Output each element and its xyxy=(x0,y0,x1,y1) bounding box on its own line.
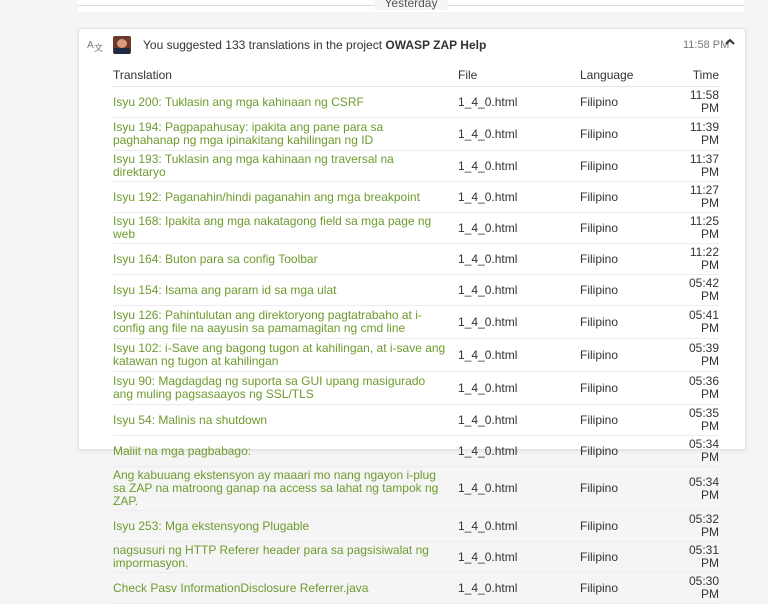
day-divider: Yesterday xyxy=(78,0,744,12)
translation-link[interactable]: Isyu 164: Buton para sa config Toolbar xyxy=(113,243,458,275)
translation-link[interactable]: Ang kabuuang ekstensyon ay maaari mo nan… xyxy=(113,466,458,511)
time-cell: 05:41 PM xyxy=(683,305,719,339)
table-row: Isyu 54: Malinis na shutdown 1_4_0.html Fi… xyxy=(113,404,719,436)
language-cell: Filipino xyxy=(580,305,683,339)
translation-link[interactable]: Maliit na mga pagbabago: xyxy=(113,435,458,467)
time-cell: 05:39 PM xyxy=(683,338,719,372)
time-cell: 05:34 PM xyxy=(683,435,719,467)
table-header-row: Translation File Language Time xyxy=(113,67,719,87)
language-cell: Filipino xyxy=(580,243,683,275)
table-row: nagsusuri ng HTTP Referer header para sa… xyxy=(113,541,719,573)
translation-link[interactable]: nagsusuri ng HTTP Referer header para sa… xyxy=(113,541,458,573)
table-row: Check Pasv InformationDisclosure Referre… xyxy=(113,572,719,604)
file-cell: 1_4_0.html xyxy=(458,338,580,372)
file-cell: 1_4_0.html xyxy=(458,181,580,213)
language-cell: Filipino xyxy=(580,150,683,182)
time-cell: 05:34 PM xyxy=(683,466,719,511)
table-row: Isyu 193: Tuklasin ang mga kahinaan ng t… xyxy=(113,150,719,182)
activity-summary: You suggested 133 translations in the pr… xyxy=(143,38,486,52)
file-cell: 1_4_0.html xyxy=(458,305,580,339)
file-cell: 1_4_0.html xyxy=(458,466,580,511)
translation-link[interactable]: Isyu 253: Mga ekstensyong Plugable xyxy=(113,510,458,542)
language-cell: Filipino xyxy=(580,212,683,244)
summary-text: You suggested 133 translations in the pr… xyxy=(143,38,386,52)
time-cell: 05:42 PM xyxy=(683,274,719,306)
file-cell: 1_4_0.html xyxy=(458,150,580,182)
translation-link[interactable]: Isyu 192: Paganahin/hindi paganahin ang … xyxy=(113,181,458,213)
avatar[interactable] xyxy=(113,36,131,54)
project-link[interactable]: OWASP ZAP Help xyxy=(385,38,486,52)
file-cell: 1_4_0.html xyxy=(458,541,580,573)
file-cell: 1_4_0.html xyxy=(458,371,580,405)
table-row: Isyu 194: Pagpapahusay: ipakita ang pane… xyxy=(113,117,719,151)
translation-link[interactable]: Isyu 193: Tuklasin ang mga kahinaan ng t… xyxy=(113,150,458,182)
chevron-up-icon[interactable] xyxy=(723,36,737,50)
language-cell: Filipino xyxy=(580,510,683,542)
language-cell: Filipino xyxy=(580,117,683,151)
activity-card: A 文 You suggested 133 translations in th… xyxy=(78,28,746,604)
translation-link[interactable]: Isyu 194: Pagpapahusay: ipakita ang pane… xyxy=(113,117,458,151)
table-row: Isyu 200: Tuklasin ang mga kahinaan ng C… xyxy=(113,86,719,118)
table-row: Isyu 126: Pahintulutan ang direktoryong … xyxy=(113,305,719,339)
language-cell: Filipino xyxy=(580,274,683,306)
translation-link[interactable]: Check Pasv InformationDisclosure Referre… xyxy=(113,572,458,604)
language-cell: Filipino xyxy=(580,86,683,118)
translation-link[interactable]: Isyu 102: i-Save ang bagong tugon at kah… xyxy=(113,338,458,372)
translation-link[interactable]: Isyu 126: Pahintulutan ang direktoryong … xyxy=(113,305,458,339)
translations-table: Translation File Language Time Isyu 200:… xyxy=(113,67,719,604)
table-row: Isyu 253: Mga ekstensyong Plugable 1_4_0.… xyxy=(113,510,719,542)
time-cell: 11:37 PM xyxy=(683,150,719,182)
table-row: Isyu 154: Isama ang param id sa mga ulat… xyxy=(113,274,719,306)
time-cell: 05:32 PM xyxy=(683,510,719,542)
table-row: Maliit na mga pagbabago: 1_4_0.html Filipi… xyxy=(113,435,719,467)
file-cell: 1_4_0.html xyxy=(458,212,580,244)
table-row: Isyu 164: Buton para sa config Toolbar 1_… xyxy=(113,243,719,275)
day-label: Yesterday xyxy=(374,0,448,10)
translate-icon: A 文 xyxy=(87,38,103,54)
file-cell: 1_4_0.html xyxy=(458,117,580,151)
file-cell: 1_4_0.html xyxy=(458,86,580,118)
file-cell: 1_4_0.html xyxy=(458,510,580,542)
language-cell: Filipino xyxy=(580,435,683,467)
table-row: Isyu 168: Ipakita ang mga nakatagong fie… xyxy=(113,212,719,244)
time-cell: 11:58 PM xyxy=(683,86,719,118)
language-cell: Filipino xyxy=(580,404,683,436)
svg-text:文: 文 xyxy=(94,42,103,52)
time-cell: 05:36 PM xyxy=(683,371,719,405)
translation-link[interactable]: Isyu 54: Malinis na shutdown xyxy=(113,404,458,436)
svg-text:A: A xyxy=(87,40,94,51)
language-cell: Filipino xyxy=(580,572,683,604)
table-row: Isyu 192: Paganahin/hindi paganahin ang … xyxy=(113,181,719,213)
time-cell: 11:27 PM xyxy=(683,181,719,213)
file-cell: 1_4_0.html xyxy=(458,435,580,467)
file-cell: 1_4_0.html xyxy=(458,404,580,436)
language-cell: Filipino xyxy=(580,541,683,573)
translation-link[interactable]: Isyu 154: Isama ang param id sa mga ulat xyxy=(113,274,458,306)
language-cell: Filipino xyxy=(580,181,683,213)
time-cell: 05:31 PM xyxy=(683,541,719,573)
header-language: Language xyxy=(580,67,683,87)
file-cell: 1_4_0.html xyxy=(458,243,580,275)
time-cell: 05:30 PM xyxy=(683,572,719,604)
header-file: File xyxy=(458,67,580,87)
time-cell: 05:35 PM xyxy=(683,404,719,436)
header-time: Time xyxy=(683,67,719,87)
table-row: Isyu 90: Magdagdag ng suporta sa GUI upa… xyxy=(113,371,719,405)
file-cell: 1_4_0.html xyxy=(458,572,580,604)
file-cell: 1_4_0.html xyxy=(458,274,580,306)
header-translation: Translation xyxy=(113,67,458,87)
table-row: Ang kabuuang ekstensyon ay maaari mo nan… xyxy=(113,466,719,511)
translation-link[interactable]: Isyu 90: Magdagdag ng suporta sa GUI upa… xyxy=(113,371,458,405)
time-cell: 11:39 PM xyxy=(683,117,719,151)
translation-link[interactable]: Isyu 200: Tuklasin ang mga kahinaan ng C… xyxy=(113,86,458,118)
time-cell: 11:22 PM xyxy=(683,243,719,275)
table-row: Isyu 102: i-Save ang bagong tugon at kah… xyxy=(113,338,719,372)
language-cell: Filipino xyxy=(580,371,683,405)
time-cell: 11:25 PM xyxy=(683,212,719,244)
translation-link[interactable]: Isyu 168: Ipakita ang mga nakatagong fie… xyxy=(113,212,458,244)
language-cell: Filipino xyxy=(580,338,683,372)
language-cell: Filipino xyxy=(580,466,683,511)
